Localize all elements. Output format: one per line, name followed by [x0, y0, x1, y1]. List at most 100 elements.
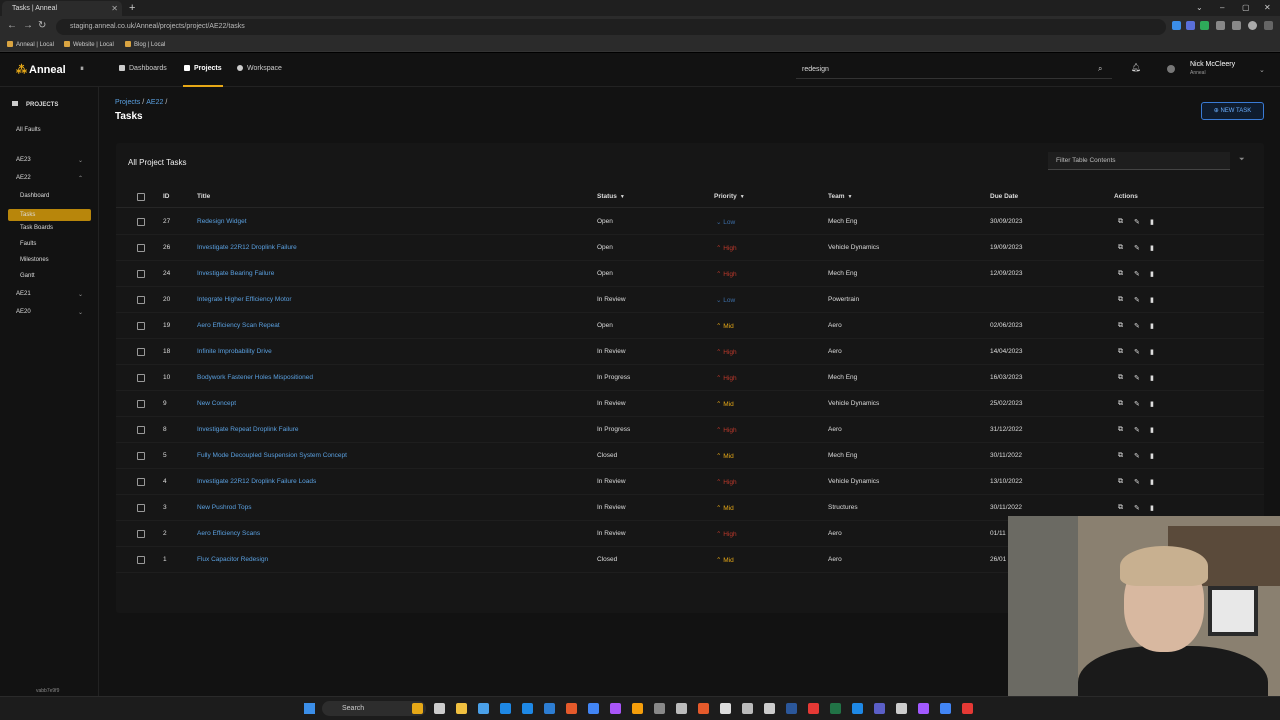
taskbar-app-icon[interactable]	[852, 703, 863, 714]
maximize-icon[interactable]: ▢	[1242, 0, 1250, 16]
copy-icon[interactable]: ⧉	[1118, 478, 1123, 486]
edit-icon[interactable]: ✎	[1134, 504, 1140, 512]
address-bar[interactable]: staging.anneal.co.uk/Anneal/projects/pro…	[56, 19, 1166, 35]
sidebar-project-ae22[interactable]: AE22	[16, 175, 31, 181]
taskbar-app-icon[interactable]	[478, 703, 489, 714]
table-row[interactable]: 10 Bodywork Fastener Holes Mispositioned I…	[116, 365, 1264, 391]
edit-icon[interactable]: ✎	[1134, 348, 1140, 356]
menu-icon[interactable]	[1264, 21, 1273, 30]
bookmark-item[interactable]: Website | Local	[64, 38, 114, 52]
row-checkbox[interactable]	[137, 400, 145, 408]
row-checkbox[interactable]	[137, 478, 145, 486]
select-all-checkbox[interactable]	[137, 193, 145, 201]
taskbar-app-icon[interactable]	[962, 703, 973, 714]
delete-icon[interactable]: ▮	[1150, 218, 1154, 226]
reload-icon[interactable]: ↻	[38, 20, 46, 31]
copy-icon[interactable]: ⧉	[1118, 426, 1123, 434]
chevron-down-icon[interactable]: ⌄	[78, 309, 83, 316]
filter-input[interactable]: Filter Table Contents	[1048, 152, 1230, 170]
edit-icon[interactable]: ✎	[1134, 244, 1140, 252]
taskbar-app-icon[interactable]	[918, 703, 929, 714]
sidebar-project-ae21[interactable]: AE21	[16, 291, 31, 297]
taskbar-app-icon[interactable]	[698, 703, 709, 714]
sidebar-project-ae20[interactable]: AE20	[16, 309, 31, 315]
task-title-link[interactable]: Fully Mode Decoupled Suspension System C…	[197, 452, 347, 459]
puzzle-icon[interactable]	[1216, 21, 1225, 30]
task-title-link[interactable]: New Pushrod Tops	[197, 504, 251, 511]
row-checkbox[interactable]	[137, 426, 145, 434]
task-title-link[interactable]: Investigate Bearing Failure	[197, 270, 274, 277]
sidebar-item-gantt[interactable]: Gantt	[20, 273, 35, 279]
user-name[interactable]: Nick McCleery	[1190, 61, 1235, 68]
copy-icon[interactable]: ⧉	[1118, 452, 1123, 460]
task-title-link[interactable]: Flux Capacitor Redesign	[197, 556, 268, 563]
sidebar-project-ae23[interactable]: AE23	[16, 157, 31, 163]
task-title-link[interactable]: Investigate 22R12 Droplink Failure Loads	[197, 478, 316, 485]
taskbar-app-icon[interactable]	[500, 703, 511, 714]
taskbar-app-icon[interactable]	[544, 703, 555, 714]
task-title-link[interactable]: Aero Efficiency Scan Repeat	[197, 322, 280, 329]
forward-icon[interactable]: →	[23, 20, 33, 31]
delete-icon[interactable]: ▮	[1150, 452, 1154, 460]
taskbar-app-icon[interactable]	[632, 703, 643, 714]
copy-icon[interactable]: ⧉	[1118, 374, 1123, 382]
nav-dashboards[interactable]: Dashboards	[119, 65, 167, 72]
taskbar-app-icon[interactable]	[764, 703, 775, 714]
taskbar-app-icon[interactable]	[896, 703, 907, 714]
bookmark-item[interactable]: Anneal | Local	[7, 38, 54, 52]
filter-icon[interactable]: ▼	[620, 194, 625, 200]
app-logo[interactable]: ⁂ Anneal	[16, 63, 66, 76]
delete-icon[interactable]: ▮	[1150, 374, 1154, 382]
taskbar-app-icon[interactable]	[786, 703, 797, 714]
edit-icon[interactable]: ✎	[1134, 270, 1140, 278]
new-task-button[interactable]: ⊕ NEW TASK	[1201, 102, 1264, 120]
browser-tab[interactable]: Tasks | Anneal ✕	[2, 1, 122, 16]
task-title-link[interactable]: Investigate 22R12 Droplink Failure	[197, 244, 297, 251]
minimize-icon[interactable]: –	[1220, 0, 1224, 16]
avatar[interactable]	[1167, 65, 1175, 73]
notification-bell-icon[interactable]: 🔔︎	[1131, 63, 1141, 72]
taskbar-app-icon[interactable]	[720, 703, 731, 714]
edit-icon[interactable]: ✎	[1134, 426, 1140, 434]
taskbar-app-icon[interactable]	[588, 703, 599, 714]
copy-icon[interactable]: ⧉	[1118, 244, 1123, 252]
chevron-down-icon[interactable]: ⌄	[1259, 66, 1265, 74]
breadcrumb-ae22[interactable]: AE22	[146, 99, 163, 106]
header-status[interactable]: Status ▼	[597, 193, 625, 200]
row-checkbox[interactable]	[137, 218, 145, 226]
taskbar-app-icon[interactable]	[566, 703, 577, 714]
chevron-down-icon[interactable]: ⌄	[78, 157, 83, 164]
breadcrumb-projects[interactable]: Projects	[115, 99, 140, 106]
taskbar-app-icon[interactable]	[610, 703, 621, 714]
taskbar-app-icon[interactable]	[808, 703, 819, 714]
table-row[interactable]: 27 Redesign Widget Open ⌄ Low Mech Eng 30/09/…	[116, 209, 1264, 235]
delete-icon[interactable]: ▮	[1150, 504, 1154, 512]
table-row[interactable]: 20 Integrate Higher Efficiency Motor In Re…	[116, 287, 1264, 313]
row-checkbox[interactable]	[137, 452, 145, 460]
chevron-down-icon[interactable]: ⌄	[78, 291, 83, 298]
taskbar-app-icon[interactable]	[456, 703, 467, 714]
edit-icon[interactable]: ✎	[1134, 478, 1140, 486]
sidebar-item-task-boards[interactable]: Task Boards	[20, 225, 53, 231]
taskbar-app-icon[interactable]	[412, 703, 423, 714]
task-title-link[interactable]: Bodywork Fastener Holes Mispositioned	[197, 374, 313, 381]
copy-icon[interactable]: ⧉	[1118, 296, 1123, 304]
filter-icon[interactable]: ▼	[740, 194, 745, 200]
filter-icon[interactable]: ⏷	[1239, 156, 1245, 164]
bookmark-item[interactable]: Blog | Local	[125, 38, 165, 52]
table-row[interactable]: 9 New Concept In Review ⌃ Mid Vehicle Dynami…	[116, 391, 1264, 417]
table-row[interactable]: 24 Investigate Bearing Failure Open ⌃ High M…	[116, 261, 1264, 287]
edit-icon[interactable]: ✎	[1134, 374, 1140, 382]
taskbar-app-icon[interactable]	[742, 703, 753, 714]
profile-icon[interactable]	[1248, 21, 1257, 30]
nav-workspace[interactable]: Workspace	[237, 65, 282, 72]
copy-icon[interactable]: ⧉	[1118, 218, 1123, 226]
back-icon[interactable]: ←	[7, 20, 17, 31]
taskbar-app-icon[interactable]	[830, 703, 841, 714]
sidebar-item-faults[interactable]: Faults	[20, 241, 36, 247]
table-row[interactable]: 26 Investigate 22R12 Droplink Failure Open…	[116, 235, 1264, 261]
header-priority[interactable]: Priority ▼	[714, 193, 745, 200]
nav-projects[interactable]: Projects	[184, 65, 222, 72]
edit-icon[interactable]: ✎	[1134, 218, 1140, 226]
row-checkbox[interactable]	[137, 348, 145, 356]
